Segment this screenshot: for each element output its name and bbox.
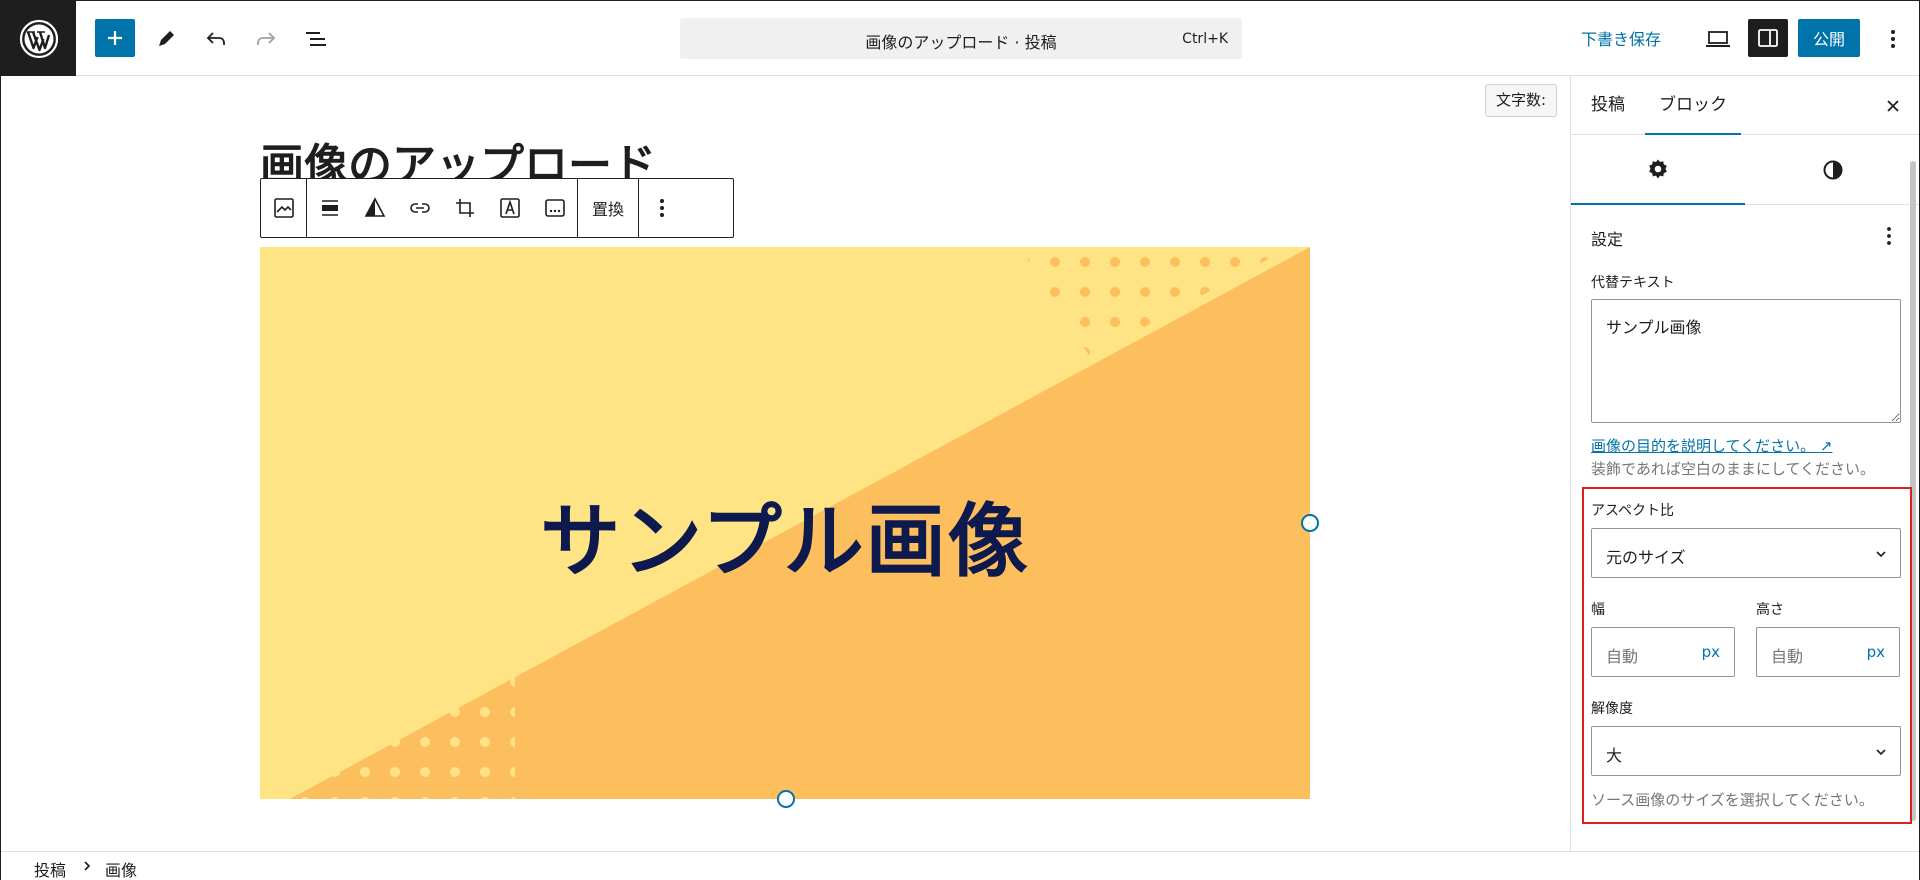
vertical-dots-icon <box>659 199 664 217</box>
redo-button[interactable] <box>246 19 286 59</box>
crop-button[interactable] <box>442 179 487 237</box>
align-none-icon <box>321 200 338 216</box>
sidebar-icon <box>1758 29 1778 47</box>
gear-icon <box>1649 159 1667 179</box>
tab-styles[interactable] <box>1746 135 1919 205</box>
sidebar-tabs: 投稿 ブロック <box>1571 76 1919 135</box>
plus-icon <box>108 31 122 45</box>
tab-block[interactable]: ブロック <box>1645 76 1741 135</box>
vertical-dots-icon <box>1891 30 1895 48</box>
alt-text-label: 代替テキスト <box>1591 275 1675 291</box>
redo-icon <box>257 32 276 45</box>
settings-panel-title: 設定 <box>1591 230 1624 249</box>
undo-icon <box>206 32 225 45</box>
breadcrumb-image: 画像 <box>105 861 138 880</box>
text-over-image-icon <box>499 198 520 218</box>
wordpress-logo-icon <box>19 19 58 58</box>
options-menu-button[interactable] <box>1873 19 1913 59</box>
image-icon <box>273 198 294 218</box>
caption-button[interactable] <box>532 179 577 237</box>
duotone-button[interactable] <box>352 179 397 237</box>
caption-icon <box>544 199 565 217</box>
text-overlay-button[interactable] <box>487 179 532 237</box>
wordpress-logo-button[interactable] <box>1 1 76 76</box>
close-sidebar-button[interactable] <box>1881 94 1905 118</box>
highlight-annotation-box <box>1582 487 1912 824</box>
external-link-icon: ↗ <box>1819 437 1833 455</box>
command-shortcut-hint: Ctrl+K <box>1182 31 1228 47</box>
crop-icon <box>455 199 474 217</box>
vertical-dots-icon <box>1887 227 1891 245</box>
block-toolbar: 置換 <box>260 178 734 238</box>
link-icon <box>409 203 430 213</box>
publish-button[interactable]: 公開 <box>1798 19 1860 57</box>
preview-button[interactable] <box>1698 19 1738 59</box>
align-button[interactable] <box>307 179 352 237</box>
image-block[interactable]: サンプル画像 <box>260 247 1310 799</box>
tab-post[interactable]: 投稿 <box>1591 76 1625 135</box>
resize-handle-right[interactable] <box>1301 514 1319 532</box>
breadcrumb-post[interactable]: 投稿 <box>34 857 66 880</box>
styles-contrast-icon <box>1823 160 1843 180</box>
resize-handle-bottom[interactable] <box>777 790 795 808</box>
block-options-button[interactable] <box>639 179 684 237</box>
undo-button[interactable] <box>196 19 236 59</box>
alt-text-input[interactable]: サンプル画像 <box>1591 299 1901 423</box>
save-draft-button[interactable]: 下書き保存 <box>1581 26 1661 50</box>
block-breadcrumb: 投稿 画像 <box>1 851 1919 880</box>
block-inspector-tabs <box>1571 135 1919 205</box>
pencil-icon <box>159 31 174 46</box>
alt-text-help-link-text: 画像の目的を説明してください。 <box>1591 437 1816 455</box>
close-icon <box>1887 100 1899 112</box>
chevron-right-icon <box>84 861 91 871</box>
settings-options-button[interactable] <box>1877 222 1901 250</box>
alt-text-help: 装飾であれば空白のままにしてください。 <box>1591 460 1875 478</box>
list-view-icon <box>306 32 326 46</box>
tab-settings[interactable] <box>1571 135 1745 205</box>
duotone-icon <box>364 197 385 217</box>
word-count-button[interactable]: 文字数: <box>1485 84 1558 117</box>
document-title: 画像のアップロード · 投稿 <box>865 33 1057 52</box>
tools-button[interactable] <box>146 19 186 59</box>
settings-sidebar-toggle[interactable] <box>1748 19 1788 57</box>
link-button[interactable] <box>397 179 442 237</box>
block-type-button[interactable] <box>261 179 306 237</box>
alt-text-help-link[interactable]: 画像の目的を説明してください。 ↗ <box>1591 435 1832 456</box>
add-block-button[interactable] <box>95 19 135 57</box>
replace-image-button[interactable]: 置換 <box>578 179 638 237</box>
desktop-preview-icon <box>1706 31 1730 47</box>
image-caption-text: サンプル画像 <box>540 495 1030 588</box>
document-overview-button[interactable] <box>296 19 336 59</box>
editor-header: 画像のアップロード · 投稿 Ctrl+K 下書き保存 公開 <box>1 1 1919 76</box>
editor-canvas: 文字数: 画像のアップロード 置換 サンプル画像 <box>1 76 1570 851</box>
command-palette-button[interactable]: 画像のアップロード · 投稿 Ctrl+K <box>680 18 1242 59</box>
